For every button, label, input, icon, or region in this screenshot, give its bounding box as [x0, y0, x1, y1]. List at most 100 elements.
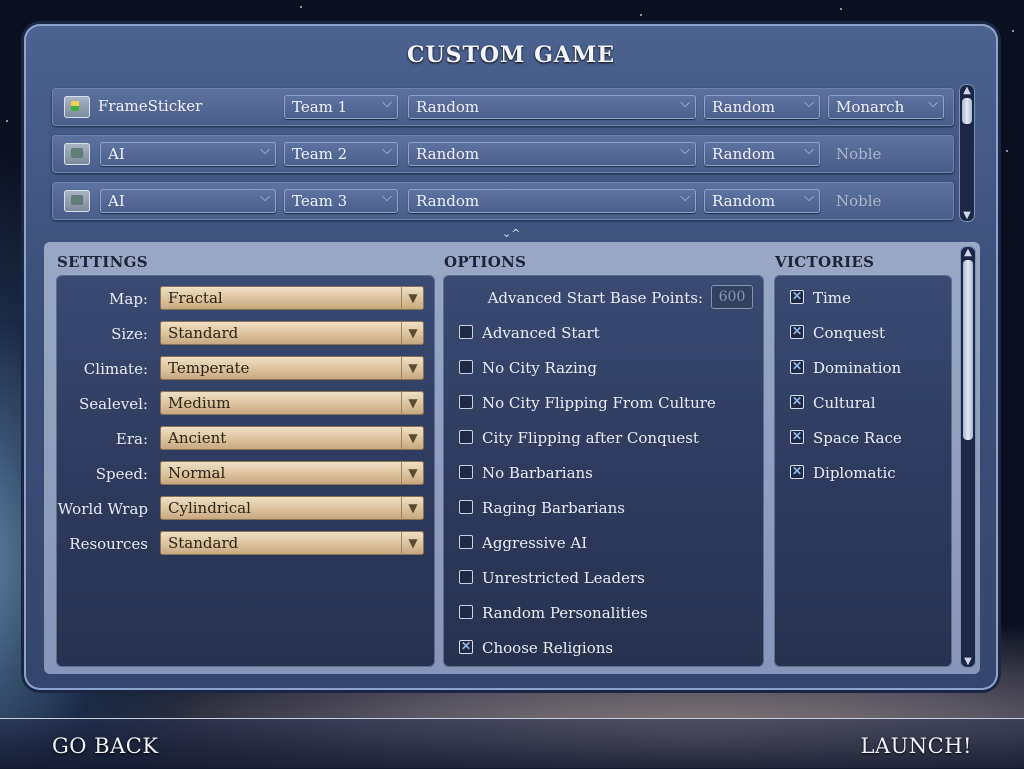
options-scrollbar[interactable]: ▲ ▼	[960, 246, 976, 668]
slot-type-dropdown[interactable]: AI ⌵	[100, 142, 276, 166]
chevron-down-icon: ▼	[401, 356, 424, 380]
victory-space-race[interactable]: ✕ Space Race	[790, 429, 902, 449]
era-dropdown[interactable]: Ancient ▼	[160, 426, 424, 450]
speed-dropdown[interactable]: Normal ▼	[160, 461, 424, 485]
ai-player-icon[interactable]	[64, 143, 90, 165]
victories-heading: VICTORIES	[775, 253, 875, 271]
civilization-dropdown[interactable]: Random ⌵	[408, 95, 696, 119]
option-no-city-razing[interactable]: No City Razing	[459, 359, 597, 379]
scroll-up-icon[interactable]: ▲	[959, 85, 975, 96]
checkbox-unchecked[interactable]	[459, 430, 473, 444]
checkbox-checked-icon[interactable]: ✕	[790, 290, 804, 304]
option-choose-religions[interactable]: ✕ Choose Religions	[459, 639, 613, 659]
star	[840, 8, 842, 10]
victory-time[interactable]: ✕ Time	[790, 289, 851, 309]
resources-dropdown[interactable]: Standard ▼	[160, 531, 424, 555]
checkbox-checked-icon[interactable]: ✕	[790, 360, 804, 374]
resources-label: Resources	[69, 535, 148, 553]
chevron-down-icon: ⌵	[804, 143, 814, 158]
speed-label: Speed:	[95, 465, 148, 483]
base-points-input[interactable]: 600	[711, 285, 753, 309]
scroll-down-icon[interactable]: ▼	[959, 210, 975, 221]
checkbox-checked-icon[interactable]: ✕	[790, 430, 804, 444]
chevron-down-icon: ⌵	[680, 96, 690, 111]
option-unrestricted-leaders[interactable]: Unrestricted Leaders	[459, 569, 645, 589]
chevron-down-icon: ⌵	[680, 143, 690, 158]
option-aggressive-ai[interactable]: Aggressive AI	[459, 534, 587, 554]
options-heading: OPTIONS	[444, 253, 527, 271]
settings-section: Map: Fractal ▼ Size: Standard ▼ Climate: T…	[56, 275, 435, 667]
collapse-toggle-icon[interactable]: ⌄^	[502, 227, 520, 240]
chevron-down-icon: ▼	[401, 531, 424, 555]
page-title: CUSTOM GAME	[406, 42, 616, 68]
scrollbar-thumb[interactable]	[962, 98, 972, 124]
leader-dropdown[interactable]: Random ⌵	[704, 142, 820, 166]
victory-domination[interactable]: ✕ Domination	[790, 359, 901, 379]
slot-type-dropdown[interactable]: AI ⌵	[100, 189, 276, 213]
player-row-3: AI ⌵ Team 3 ⌵ Random ⌵ Random ⌵ Noble	[52, 182, 954, 220]
player-name: FrameSticker	[98, 97, 203, 115]
difficulty-label: Noble	[836, 192, 882, 210]
checkbox-unchecked[interactable]	[459, 465, 473, 479]
go-back-button[interactable]: GO BACK	[52, 734, 159, 758]
player-row-2: AI ⌵ Team 2 ⌵ Random ⌵ Random ⌵ Noble	[52, 135, 954, 173]
checkbox-unchecked[interactable]	[459, 500, 473, 514]
world-wrap-label: World Wrap	[57, 500, 148, 518]
option-raging-barbarians[interactable]: Raging Barbarians	[459, 499, 625, 519]
victory-cultural[interactable]: ✕ Cultural	[790, 394, 876, 414]
chevron-down-icon: ▼	[401, 426, 424, 450]
chevron-down-icon: ⌵	[382, 190, 392, 205]
checkbox-unchecked[interactable]	[459, 570, 473, 584]
map-dropdown[interactable]: Fractal ▼	[160, 286, 424, 310]
checkbox-checked-icon[interactable]: ✕	[790, 465, 804, 479]
star	[1006, 150, 1008, 152]
checkbox-checked-icon[interactable]: ✕	[459, 640, 473, 654]
ai-player-icon[interactable]	[64, 190, 90, 212]
option-no-city-flipping-culture[interactable]: No City Flipping From Culture	[459, 394, 716, 414]
climate-dropdown[interactable]: Temperate ▼	[160, 356, 424, 380]
chevron-down-icon: ⌵	[680, 190, 690, 205]
leader-dropdown[interactable]: Random ⌵	[704, 95, 820, 119]
option-no-barbarians[interactable]: No Barbarians	[459, 464, 593, 484]
team-dropdown[interactable]: Team 3 ⌵	[284, 189, 398, 213]
option-advanced-start[interactable]: Advanced Start	[459, 324, 600, 344]
difficulty-dropdown[interactable]: Monarch ⌵	[828, 95, 944, 119]
option-city-flipping-conquest[interactable]: City Flipping after Conquest	[459, 429, 699, 449]
scrollbar-thumb[interactable]	[963, 260, 973, 440]
world-wrap-dropdown[interactable]: Cylindrical ▼	[160, 496, 424, 520]
options-section: Advanced Start Base Points: 600 Advanced…	[443, 275, 764, 667]
settings-heading: SETTINGS	[57, 253, 148, 271]
sealevel-dropdown[interactable]: Medium ▼	[160, 391, 424, 415]
chevron-down-icon: ⌵	[260, 190, 270, 205]
player-list-scrollbar[interactable]: ▲ ▼	[959, 84, 975, 222]
star	[300, 6, 302, 8]
checkbox-checked-icon[interactable]: ✕	[790, 395, 804, 409]
chevron-down-icon: ▼	[401, 321, 424, 345]
scroll-up-icon[interactable]: ▲	[960, 247, 976, 258]
star	[6, 120, 8, 122]
civilization-dropdown[interactable]: Random ⌵	[408, 189, 696, 213]
team-dropdown[interactable]: Team 1 ⌵	[284, 95, 398, 119]
victory-conquest[interactable]: ✕ Conquest	[790, 324, 885, 344]
chevron-down-icon: ⌵	[804, 96, 814, 111]
scroll-down-icon[interactable]: ▼	[960, 656, 976, 667]
checkbox-unchecked[interactable]	[459, 325, 473, 339]
checkbox-unchecked[interactable]	[459, 395, 473, 409]
option-random-personalities[interactable]: Random Personalities	[459, 604, 648, 624]
checkbox-checked-icon[interactable]: ✕	[790, 325, 804, 339]
size-dropdown[interactable]: Standard ▼	[160, 321, 424, 345]
chevron-down-icon: ⌵	[382, 143, 392, 158]
launch-button[interactable]: LAUNCH!	[860, 734, 972, 758]
victories-section: ✕ Time ✕ Conquest ✕ Domination ✕ Cultural ✕ S…	[774, 275, 952, 667]
checkbox-unchecked[interactable]	[459, 535, 473, 549]
civilization-dropdown[interactable]: Random ⌵	[408, 142, 696, 166]
team-dropdown[interactable]: Team 2 ⌵	[284, 142, 398, 166]
chevron-down-icon: ▼	[401, 461, 424, 485]
victory-diplomatic[interactable]: ✕ Diplomatic	[790, 464, 896, 484]
checkbox-unchecked[interactable]	[459, 360, 473, 374]
chevron-down-icon: ⌵	[260, 143, 270, 158]
leader-dropdown[interactable]: Random ⌵	[704, 189, 820, 213]
era-label: Era:	[115, 430, 148, 448]
human-player-icon[interactable]	[64, 96, 90, 118]
checkbox-unchecked[interactable]	[459, 605, 473, 619]
